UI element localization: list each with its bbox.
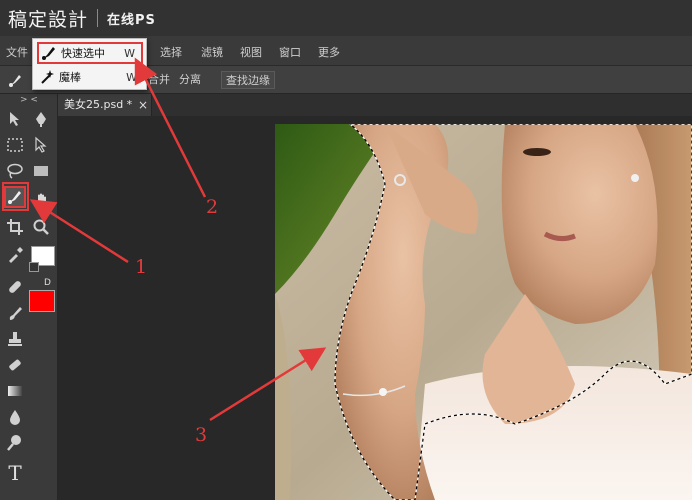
annotation-number-1: 1 (135, 256, 148, 278)
stamp-tool[interactable] (4, 328, 26, 350)
app-subtitle: 在线PS (107, 12, 156, 28)
gradient-tool[interactable] (4, 380, 26, 402)
menu-window[interactable]: 窗口 (279, 44, 301, 60)
document-tab-title: 美女25.psd * (64, 98, 133, 111)
shape-tool[interactable] (30, 160, 52, 182)
dodge-icon (7, 435, 21, 451)
title-bar: 稿定設計 在线PS (0, 0, 692, 36)
quick-select-tool[interactable] (4, 186, 26, 208)
annotation-number-3: 3 (195, 424, 208, 446)
magic-wand-menu-item[interactable]: 魔棒 W (37, 66, 143, 88)
current-tool-icon[interactable] (7, 71, 25, 89)
dodge-tool[interactable] (4, 432, 26, 454)
document-canvas[interactable] (275, 124, 692, 500)
magic-wand-icon (39, 69, 55, 85)
brush-icon (9, 307, 22, 320)
portrait-photo (275, 124, 692, 500)
quick-select-brush-icon (8, 191, 21, 204)
zoom-tool[interactable] (30, 216, 52, 238)
magic-wand-shortcut: W (126, 70, 137, 84)
pen-nib-icon (36, 112, 46, 127)
healing-tool[interactable] (4, 276, 26, 298)
eraser-tool[interactable] (4, 354, 26, 376)
find-edges-button[interactable]: 查找边缘 (221, 71, 275, 89)
tool-panel: > < D T (0, 94, 58, 500)
menu-view[interactable]: 视图 (240, 44, 262, 60)
accent-color-swatch[interactable] (29, 290, 55, 312)
crop-tool[interactable] (4, 216, 26, 238)
hand-tool[interactable] (30, 190, 52, 212)
eyedropper-icon (9, 247, 23, 263)
quick-select-brush-icon (41, 45, 57, 61)
stamp-icon (8, 332, 22, 346)
direct-select-tool[interactable] (30, 134, 52, 156)
brush-tool[interactable] (4, 302, 26, 324)
separate-button[interactable]: 分离 (179, 71, 201, 89)
type-tool[interactable]: T (4, 461, 26, 485)
magnifier-icon (33, 219, 49, 235)
eyedropper-tool[interactable] (4, 244, 26, 266)
pen-tool[interactable] (30, 108, 52, 130)
hand-icon (35, 193, 46, 208)
app-logo: 稿定設計 (8, 8, 89, 31)
rectangle-shape-icon (34, 166, 48, 176)
menu-file[interactable]: 文件 (6, 44, 28, 60)
annotation-number-2: 2 (206, 196, 219, 218)
lasso-tool[interactable] (4, 160, 26, 182)
crop-icon (7, 219, 23, 235)
merge-button[interactable]: 合并 (148, 71, 170, 89)
default-colors-toggle[interactable]: D (44, 278, 51, 288)
move-tool[interactable] (4, 108, 26, 130)
document-tab-bar: 美女25.psd * × (58, 94, 692, 116)
title-divider (97, 9, 99, 27)
menu-select[interactable]: 选择 (160, 44, 182, 60)
eraser-icon (9, 359, 21, 371)
gradient-icon (8, 386, 22, 396)
quick-select-label: 快速选中 (61, 47, 105, 60)
selection-tool-menu: 快速选中 W 魔棒 W (32, 38, 147, 90)
water-drop-icon (10, 410, 20, 425)
menu-filter[interactable]: 滤镜 (201, 44, 223, 60)
menu-more[interactable]: 更多 (318, 44, 340, 60)
marquee-tool[interactable] (4, 134, 26, 156)
lasso-icon (7, 163, 23, 179)
blur-tool[interactable] (4, 406, 26, 428)
quick-select-menu-item[interactable]: 快速选中 W (37, 42, 143, 64)
quick-select-shortcut: W (124, 46, 135, 60)
document-tab[interactable]: 美女25.psd * × (58, 94, 152, 116)
rect-marquee-icon (7, 138, 23, 152)
direct-select-arrow-icon (35, 136, 47, 153)
move-arrow-icon (10, 112, 19, 126)
magic-wand-label: 魔棒 (59, 71, 81, 84)
background-color-swatch[interactable] (29, 262, 39, 272)
bandage-icon (9, 281, 21, 293)
collapse-toolbar-toggle[interactable]: > < (20, 95, 38, 105)
tab-close-icon[interactable]: × (138, 94, 148, 116)
